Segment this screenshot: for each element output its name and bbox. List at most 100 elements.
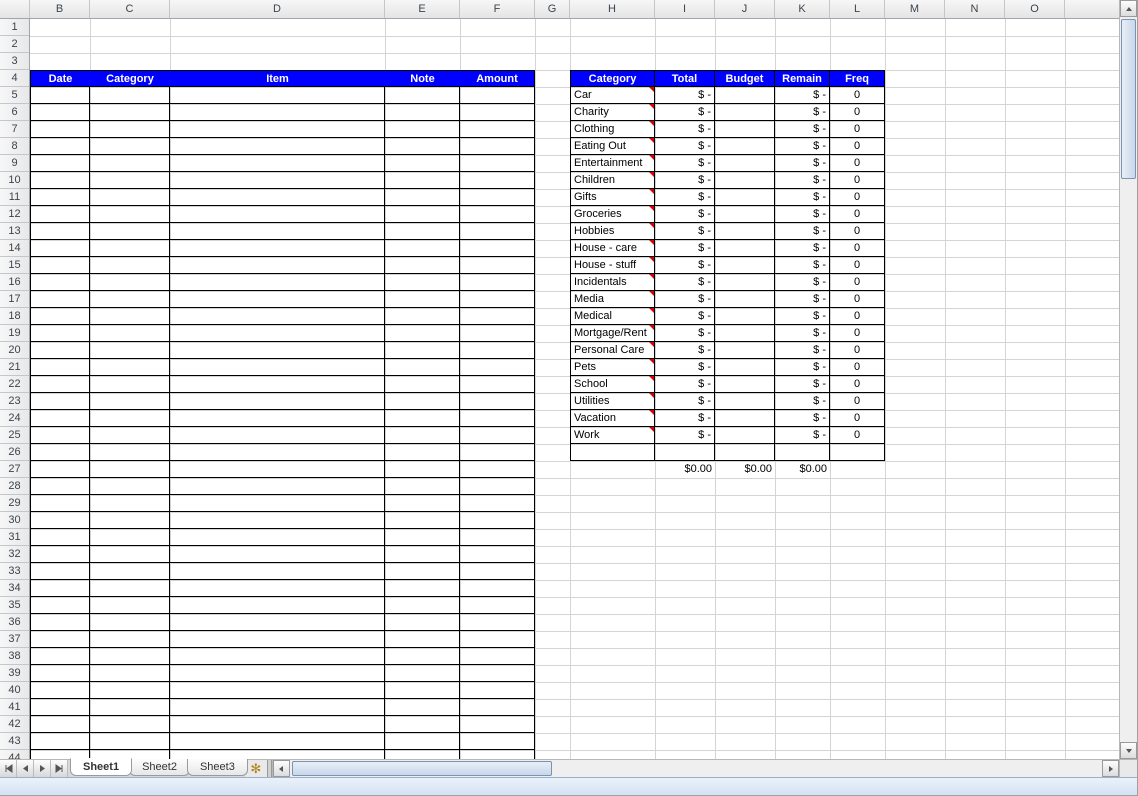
left-cell-E25[interactable] bbox=[385, 427, 460, 444]
left-cell-F10[interactable] bbox=[460, 172, 535, 189]
left-cell-B25[interactable] bbox=[30, 427, 90, 444]
left-cell-D25[interactable] bbox=[170, 427, 385, 444]
scroll-down-button[interactable] bbox=[1120, 742, 1137, 759]
summary-remain-5[interactable]: $ - bbox=[775, 87, 830, 104]
left-cell-F31[interactable] bbox=[460, 529, 535, 546]
summary-category-6[interactable]: Charity bbox=[570, 104, 655, 121]
left-cell-C12[interactable] bbox=[90, 206, 170, 223]
row-header-28[interactable]: 28 bbox=[0, 478, 29, 495]
row-header-44[interactable]: 44 bbox=[0, 750, 29, 759]
summary-remain-12[interactable]: $ - bbox=[775, 206, 830, 223]
left-cell-F30[interactable] bbox=[460, 512, 535, 529]
row-header-35[interactable]: 35 bbox=[0, 597, 29, 614]
left-cell-E38[interactable] bbox=[385, 648, 460, 665]
right-header-budget[interactable]: Budget bbox=[715, 70, 775, 87]
summary-total-25[interactable]: $ - bbox=[655, 427, 715, 444]
left-cell-F19[interactable] bbox=[460, 325, 535, 342]
summary-freq-15[interactable]: 0 bbox=[830, 257, 885, 274]
summary-freq-6[interactable]: 0 bbox=[830, 104, 885, 121]
left-cell-E42[interactable] bbox=[385, 716, 460, 733]
left-cell-C24[interactable] bbox=[90, 410, 170, 427]
summary-freq-25[interactable]: 0 bbox=[830, 427, 885, 444]
left-cell-B34[interactable] bbox=[30, 580, 90, 597]
summary-freq-10[interactable]: 0 bbox=[830, 172, 885, 189]
left-cell-B35[interactable] bbox=[30, 597, 90, 614]
left-cell-F23[interactable] bbox=[460, 393, 535, 410]
right-header-category[interactable]: Category bbox=[570, 70, 655, 87]
summary-budget-7[interactable] bbox=[715, 121, 775, 138]
left-cell-B20[interactable] bbox=[30, 342, 90, 359]
horizontal-scroll-thumb[interactable] bbox=[292, 761, 552, 776]
row-header-38[interactable]: 38 bbox=[0, 648, 29, 665]
left-cell-B41[interactable] bbox=[30, 699, 90, 716]
left-cell-B26[interactable] bbox=[30, 444, 90, 461]
summary-total-17[interactable]: $ - bbox=[655, 291, 715, 308]
left-cell-D38[interactable] bbox=[170, 648, 385, 665]
summary-total-24[interactable]: $ - bbox=[655, 410, 715, 427]
left-cell-C10[interactable] bbox=[90, 172, 170, 189]
row-header-6[interactable]: 6 bbox=[0, 104, 29, 121]
left-cell-C34[interactable] bbox=[90, 580, 170, 597]
scroll-right-button[interactable] bbox=[1102, 760, 1119, 777]
left-cell-C30[interactable] bbox=[90, 512, 170, 529]
summary-freq-19[interactable]: 0 bbox=[830, 325, 885, 342]
summary-budget-9[interactable] bbox=[715, 155, 775, 172]
left-cell-B18[interactable] bbox=[30, 308, 90, 325]
summary-category-20[interactable]: Personal Care bbox=[570, 342, 655, 359]
left-cell-F15[interactable] bbox=[460, 257, 535, 274]
left-cell-B40[interactable] bbox=[30, 682, 90, 699]
summary-budget-8[interactable] bbox=[715, 138, 775, 155]
left-cell-C40[interactable] bbox=[90, 682, 170, 699]
row-header-7[interactable]: 7 bbox=[0, 121, 29, 138]
summary-remain-11[interactable]: $ - bbox=[775, 189, 830, 206]
row-header-27[interactable]: 27 bbox=[0, 461, 29, 478]
left-cell-F35[interactable] bbox=[460, 597, 535, 614]
summary-budget-18[interactable] bbox=[715, 308, 775, 325]
left-cell-F20[interactable] bbox=[460, 342, 535, 359]
summary-freq-9[interactable]: 0 bbox=[830, 155, 885, 172]
summary-freq-17[interactable]: 0 bbox=[830, 291, 885, 308]
left-cell-C22[interactable] bbox=[90, 376, 170, 393]
row-header-18[interactable]: 18 bbox=[0, 308, 29, 325]
summary-total-20[interactable]: $ - bbox=[655, 342, 715, 359]
row-header-43[interactable]: 43 bbox=[0, 733, 29, 750]
left-cell-D20[interactable] bbox=[170, 342, 385, 359]
left-cell-F29[interactable] bbox=[460, 495, 535, 512]
left-cell-E17[interactable] bbox=[385, 291, 460, 308]
row-header-22[interactable]: 22 bbox=[0, 376, 29, 393]
left-cell-D11[interactable] bbox=[170, 189, 385, 206]
left-cell-F26[interactable] bbox=[460, 444, 535, 461]
horizontal-scrollbar[interactable] bbox=[272, 760, 1119, 777]
left-cell-C28[interactable] bbox=[90, 478, 170, 495]
left-cell-C38[interactable] bbox=[90, 648, 170, 665]
summary-total-5[interactable]: $ - bbox=[655, 87, 715, 104]
summary-category-9[interactable]: Entertainment bbox=[570, 155, 655, 172]
left-cell-B19[interactable] bbox=[30, 325, 90, 342]
column-header-F[interactable]: F bbox=[460, 0, 535, 18]
left-cell-C5[interactable] bbox=[90, 87, 170, 104]
left-cell-E8[interactable] bbox=[385, 138, 460, 155]
left-cell-E20[interactable] bbox=[385, 342, 460, 359]
row-header-25[interactable]: 25 bbox=[0, 427, 29, 444]
left-cell-B39[interactable] bbox=[30, 665, 90, 682]
left-cell-B37[interactable] bbox=[30, 631, 90, 648]
left-cell-B21[interactable] bbox=[30, 359, 90, 376]
summary-category-24[interactable]: Vacation bbox=[570, 410, 655, 427]
summary-category-8[interactable]: Eating Out bbox=[570, 138, 655, 155]
left-cell-D23[interactable] bbox=[170, 393, 385, 410]
left-cell-D34[interactable] bbox=[170, 580, 385, 597]
summary-budget-10[interactable] bbox=[715, 172, 775, 189]
summary-freq-12[interactable]: 0 bbox=[830, 206, 885, 223]
summary-freq-13[interactable]: 0 bbox=[830, 223, 885, 240]
summary-remain-6[interactable]: $ - bbox=[775, 104, 830, 121]
left-cell-D15[interactable] bbox=[170, 257, 385, 274]
row-header-20[interactable]: 20 bbox=[0, 342, 29, 359]
left-cell-B33[interactable] bbox=[30, 563, 90, 580]
summary-budget-22[interactable] bbox=[715, 376, 775, 393]
scroll-up-button[interactable] bbox=[1120, 0, 1137, 17]
left-cell-E21[interactable] bbox=[385, 359, 460, 376]
left-cell-F40[interactable] bbox=[460, 682, 535, 699]
summary-total-15[interactable]: $ - bbox=[655, 257, 715, 274]
left-cell-E5[interactable] bbox=[385, 87, 460, 104]
left-cell-B42[interactable] bbox=[30, 716, 90, 733]
